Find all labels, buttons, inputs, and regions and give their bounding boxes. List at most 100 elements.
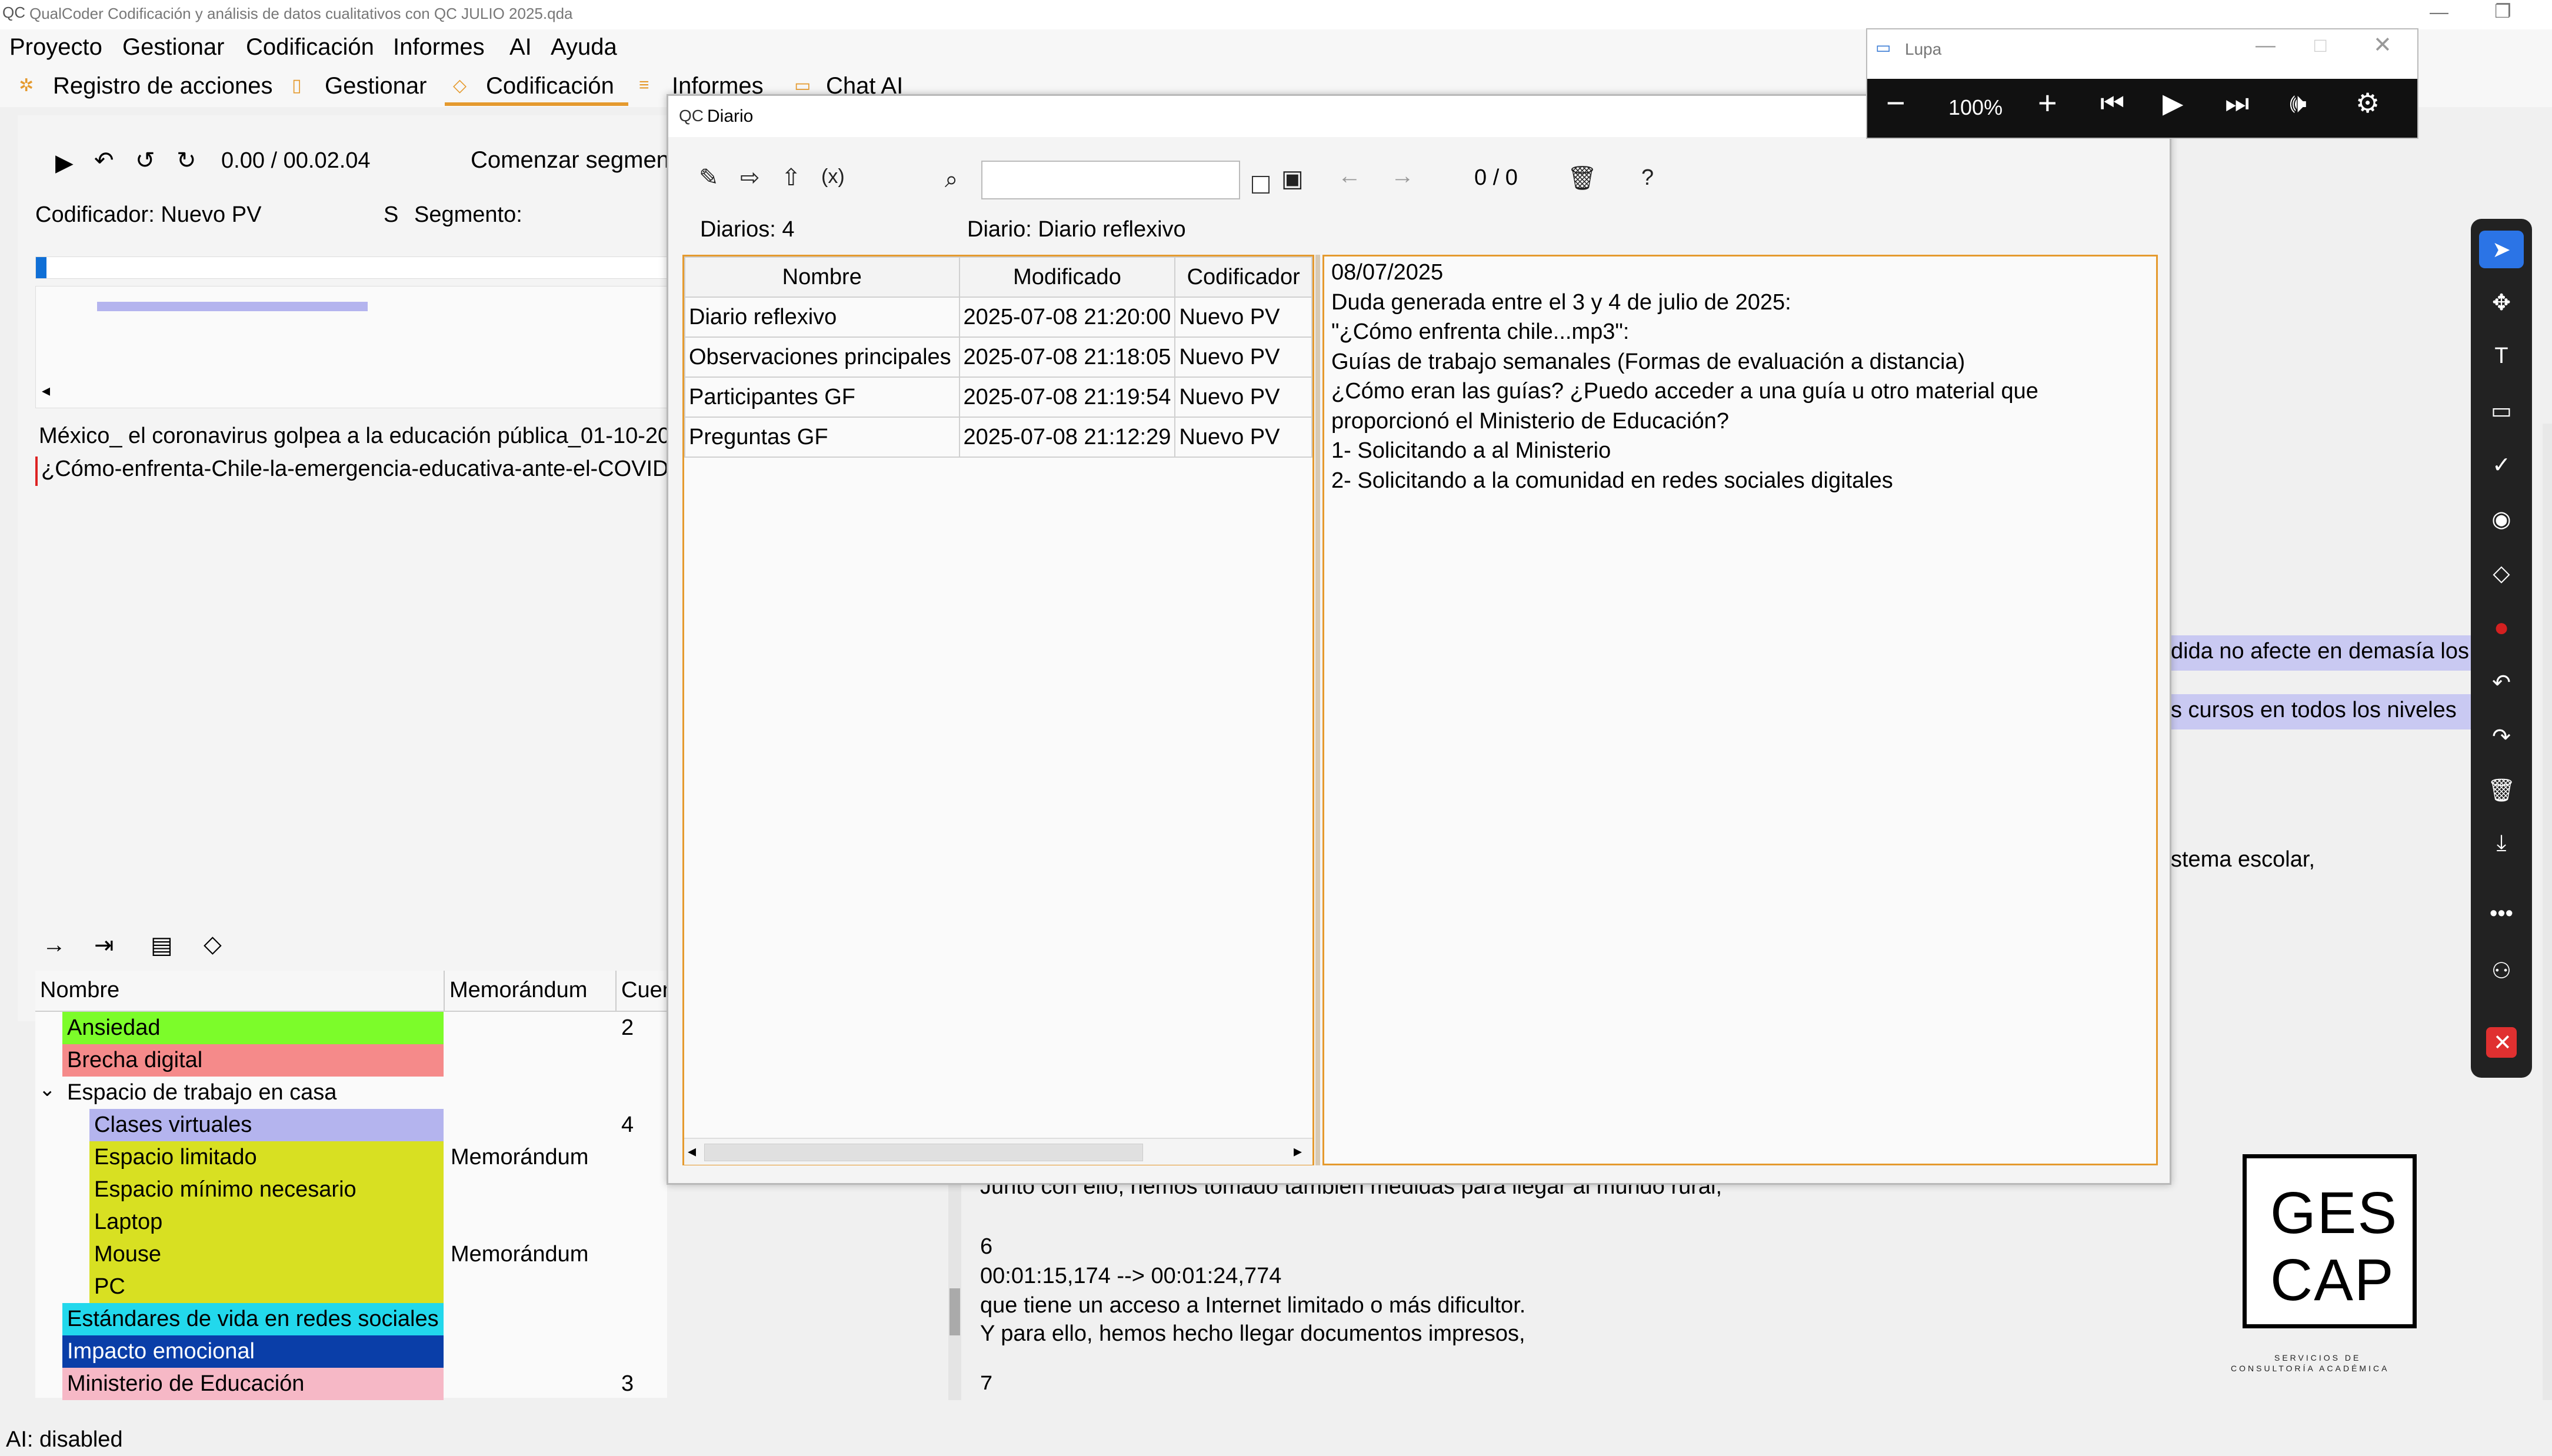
rewind-5s-icon[interactable]: ↺: [135, 147, 155, 174]
case-checkbox[interactable]: [1252, 176, 1270, 194]
record-icon[interactable]: ●: [2471, 613, 2532, 642]
scrollbar-thumb[interactable]: [949, 1288, 960, 1335]
code-row[interactable]: PC: [35, 1271, 667, 1303]
minimize-icon[interactable]: —: [2430, 1, 2448, 23]
diary-modified-cell[interactable]: 2025-07-08 21:19:54: [958, 377, 1176, 418]
horizontal-scrollbar[interactable]: ◂ ▸: [684, 1138, 1312, 1165]
column-header-name[interactable]: Nombre: [684, 256, 960, 298]
code-row[interactable]: Ansiedad 2: [35, 1012, 667, 1044]
download-icon[interactable]: ⤓: [2471, 831, 2532, 856]
close-icon[interactable]: ✕: [2493, 1029, 2512, 1056]
diary-row[interactable]: Diario reflexivo 2025-07-08 21:20:00 Nuevo…: [684, 296, 1312, 338]
code-name[interactable]: Impacto emocional: [62, 1335, 444, 1368]
tab-gestionar[interactable]: Gestionar: [325, 73, 427, 99]
check-icon[interactable]: ✓: [2471, 452, 2532, 478]
diary-name-cell[interactable]: Diario reflexivo: [684, 296, 960, 338]
code-row[interactable]: Mouse Memorándum: [35, 1238, 667, 1271]
previous-arrow-icon[interactable]: ←: [1338, 163, 1361, 189]
eraser-icon[interactable]: ◇: [2471, 560, 2532, 587]
skip-back-icon[interactable]: ⏮: [2100, 87, 2124, 120]
arrow-to-end-icon[interactable]: ⇥: [94, 932, 114, 959]
slider-handle[interactable]: [36, 257, 46, 278]
forward-icon[interactable]: ↻: [176, 147, 196, 174]
undo-icon[interactable]: ↶: [2471, 669, 2532, 696]
tab-codificacion[interactable]: Codificación: [486, 73, 614, 99]
code-name[interactable]: Espacio mínimo necesario: [89, 1174, 444, 1206]
media-position-slider[interactable]: [35, 256, 668, 279]
tab-registro-acciones[interactable]: Registro de acciones: [53, 73, 273, 99]
highlight-segment[interactable]: dida no afecte en demasía los: [2168, 635, 2471, 671]
code-row[interactable]: ⌄ Espacio de trabajo en casa: [35, 1077, 667, 1109]
code-row[interactable]: Laptop: [35, 1206, 667, 1238]
diary-row[interactable]: Participantes GF 2025-07-08 21:19:54 Nuevo…: [684, 377, 1312, 418]
diary-coder-cell[interactable]: Nuevo PV: [1174, 377, 1312, 418]
code-name[interactable]: Ansiedad: [62, 1012, 444, 1044]
codes-header-memo[interactable]: Memorándum: [449, 978, 587, 1003]
help-button[interactable]: ?: [1641, 165, 1654, 191]
code-name[interactable]: Laptop: [89, 1206, 444, 1238]
menu-gestionar[interactable]: Gestionar: [122, 34, 224, 61]
skip-forward-icon[interactable]: ⏭: [2225, 87, 2249, 120]
export-icon[interactable]: ⇨: [740, 164, 760, 191]
code-row[interactable]: Ministerio de Educación 3: [35, 1368, 667, 1400]
close-toolbar-button[interactable]: ✕: [2486, 1027, 2517, 1058]
redo-icon[interactable]: ↷: [2471, 724, 2532, 750]
play-icon[interactable]: ▶: [55, 149, 74, 176]
code-name[interactable]: Clases virtuales: [89, 1109, 444, 1141]
menu-ai[interactable]: AI: [509, 34, 532, 61]
diary-name-cell[interactable]: Participantes GF: [684, 377, 960, 418]
scrollbar-thumb[interactable]: [704, 1144, 1143, 1161]
diary-modified-cell[interactable]: 2025-07-08 21:20:00: [958, 296, 1176, 338]
diary-row[interactable]: Observaciones principales 2025-07-08 21:1…: [684, 336, 1312, 378]
more-icon[interactable]: •••: [2471, 901, 2532, 927]
diary-row[interactable]: Preguntas GF 2025-07-08 21:12:29 Nuevo PV: [684, 417, 1312, 458]
edit-icon[interactable]: ✎: [699, 164, 719, 191]
text-tool-icon[interactable]: T: [2471, 344, 2532, 369]
rewind-icon[interactable]: ↶: [94, 147, 114, 174]
code-name[interactable]: Mouse: [89, 1238, 444, 1271]
code-name[interactable]: Ministerio de Educación: [62, 1368, 444, 1400]
minimize-icon[interactable]: —: [2256, 34, 2276, 57]
segment-bar[interactable]: [97, 302, 368, 311]
start-segment-button[interactable]: Comenzar segmento: [471, 147, 689, 174]
scroll-right-icon[interactable]: ▸: [1294, 1141, 1302, 1161]
menu-informes[interactable]: Informes: [393, 34, 485, 61]
diary-content-editor[interactable]: 08/07/2025 Duda generada entre el 3 y 4 d…: [1322, 255, 2158, 1165]
column-header-coder[interactable]: Codificador: [1174, 256, 1312, 298]
transcript-scrollbar[interactable]: [948, 1171, 961, 1400]
codes-header-count[interactable]: Cuenta: [621, 978, 667, 1003]
highlight-segment[interactable]: s cursos en todos los niveles: [2168, 694, 2471, 729]
memo-icon[interactable]: ▤: [151, 932, 173, 959]
diary-name-cell[interactable]: Preguntas GF: [684, 417, 960, 458]
scroll-left-icon[interactable]: ◂: [42, 381, 50, 400]
code-name[interactable]: PC: [89, 1271, 444, 1303]
tag-icon[interactable]: ◇: [204, 931, 222, 958]
rectangle-icon[interactable]: ▭: [2471, 398, 2532, 424]
code-row[interactable]: Estándares de vida en redes sociales: [35, 1303, 667, 1335]
menu-proyecto[interactable]: Proyecto: [9, 34, 102, 61]
share-icon[interactable]: ⇧: [781, 164, 801, 191]
chevron-down-icon[interactable]: ⌄: [39, 1078, 56, 1101]
maximize-icon[interactable]: □: [2314, 34, 2327, 57]
zoom-out-icon[interactable]: −: [1886, 84, 1905, 122]
pointer-icon[interactable]: ➤: [2471, 236, 2532, 263]
search-input[interactable]: [981, 161, 1240, 199]
diary-modified-cell[interactable]: 2025-07-08 21:18:05: [958, 336, 1176, 378]
diary-modified-cell[interactable]: 2025-07-08 21:12:29: [958, 417, 1176, 458]
code-name[interactable]: Espacio de trabajo en casa: [62, 1077, 444, 1109]
play-icon[interactable]: ▶: [2163, 87, 2183, 119]
delete-icon[interactable]: 🗑: [1567, 164, 1597, 192]
copy-icon[interactable]: ▣: [1281, 165, 1304, 192]
code-row[interactable]: Impacto emocional: [35, 1335, 667, 1368]
codes-header-name[interactable]: Nombre: [40, 978, 119, 1003]
diary-name-cell[interactable]: Observaciones principales: [684, 336, 960, 378]
diary-coder-cell[interactable]: Nuevo PV: [1174, 296, 1312, 338]
code-name[interactable]: Brecha digital: [62, 1044, 444, 1077]
move-icon[interactable]: ✥: [2471, 289, 2532, 316]
file-item[interactable]: ¿Cómo-enfrenta-Chile-la-emergencia-educa…: [41, 457, 669, 482]
read-aloud-icon[interactable]: 🕪: [2290, 87, 2307, 120]
code-row[interactable]: Espacio mínimo necesario: [35, 1174, 667, 1206]
diary-coder-cell[interactable]: Nuevo PV: [1174, 417, 1312, 458]
zoom-in-icon[interactable]: +: [2038, 84, 2057, 122]
search-filter-icon[interactable]: ⌕: [945, 166, 958, 193]
